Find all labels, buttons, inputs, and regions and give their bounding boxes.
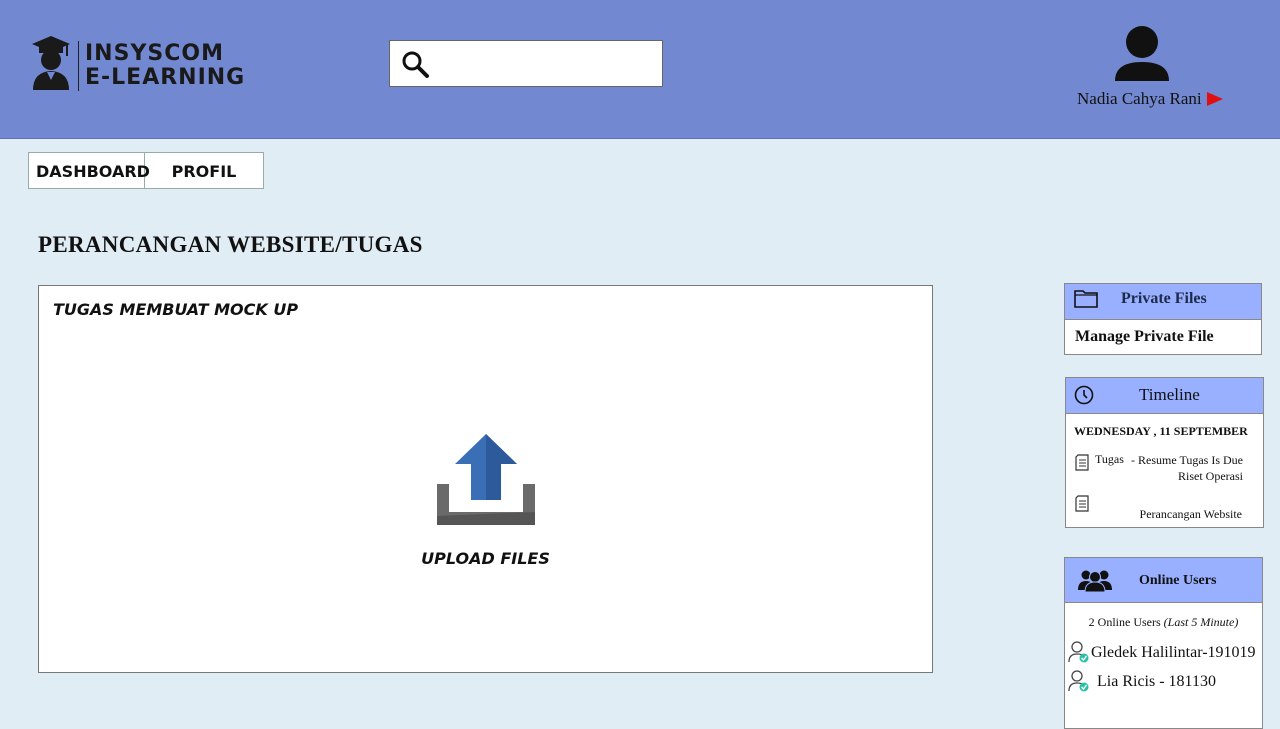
folder-icon xyxy=(1074,288,1098,313)
search-input[interactable] xyxy=(434,47,658,81)
clock-icon xyxy=(1074,385,1094,410)
users-group-icon xyxy=(1078,568,1112,597)
private-files-title: Private Files xyxy=(1121,290,1207,307)
online-user[interactable]: Gledek Halilintar-191019 xyxy=(1091,644,1256,662)
online-users-count: 2 Online Users (Last 5 Minute) xyxy=(1065,615,1262,630)
search-icon[interactable] xyxy=(400,49,430,84)
online-user[interactable]: Lia Ricis - 181130 xyxy=(1097,673,1216,691)
page-title: PERANCANGAN WEBSITE/TUGAS xyxy=(38,232,423,257)
online-users-header: Online Users xyxy=(1065,558,1262,603)
tab-dashboard[interactable]: DASHBOARD xyxy=(29,153,150,188)
nav-tabs: DASHBOARD PROFIL xyxy=(28,152,264,189)
user-avatar-icon[interactable] xyxy=(1113,24,1171,87)
timeline-event-name[interactable]: Tugas xyxy=(1095,452,1124,467)
task-title: TUGAS MEMBUAT MOCK UP xyxy=(53,300,299,319)
user-name[interactable]: Nadia Cahya Rani xyxy=(1077,89,1202,109)
tab-profil[interactable]: PROFIL xyxy=(145,153,263,188)
search-box[interactable] xyxy=(389,40,663,87)
private-files-card: Private Files Manage Private File xyxy=(1064,283,1262,355)
timeline-event-desc[interactable]: Perancangan Website xyxy=(1106,507,1242,522)
logo[interactable]: INSYSCOM E-LEARNING xyxy=(30,34,245,97)
online-users-title: Online Users xyxy=(1139,573,1217,588)
graduate-icon xyxy=(30,34,72,97)
timeline-header: Timeline xyxy=(1066,378,1263,414)
upload-icon[interactable] xyxy=(437,434,535,531)
timeline-date: WEDNESDAY , 11 SEPTEMBER xyxy=(1074,424,1248,438)
logo-divider xyxy=(78,40,79,91)
timeline-card: Timeline WEDNESDAY , 11 SEPTEMBER Tugas … xyxy=(1065,377,1264,528)
user-online-icon xyxy=(1068,669,1090,698)
logo-line-1: INSYSCOM xyxy=(85,40,224,66)
online-count-note: (Last 5 Minute) xyxy=(1163,615,1239,629)
logo-line-2: E-LEARNING xyxy=(85,64,246,90)
online-count-text: 2 Online Users xyxy=(1088,615,1161,629)
online-users-card: Online Users 2 Online Users (Last 5 Minu… xyxy=(1064,557,1263,729)
logo-text: INSYSCOM E-LEARNING xyxy=(85,40,246,90)
user-menu-arrow-icon[interactable] xyxy=(1207,92,1223,111)
manage-private-file-link[interactable]: Manage Private File xyxy=(1075,328,1214,346)
header: INSYSCOM E-LEARNING Nadia Cahya Rani xyxy=(0,0,1280,139)
upload-files-label[interactable]: UPLOAD FILES xyxy=(39,549,932,568)
assignment-panel: TUGAS MEMBUAT MOCK UP UPLOAD FILES xyxy=(38,285,933,673)
private-files-header: Private Files xyxy=(1065,284,1261,320)
document-icon xyxy=(1075,495,1089,517)
document-icon xyxy=(1075,454,1089,476)
timeline-event-desc[interactable]: - Resume Tugas Is Due Riset Operasi xyxy=(1131,452,1243,484)
timeline-title: Timeline xyxy=(1139,385,1200,404)
user-online-icon xyxy=(1068,640,1090,669)
